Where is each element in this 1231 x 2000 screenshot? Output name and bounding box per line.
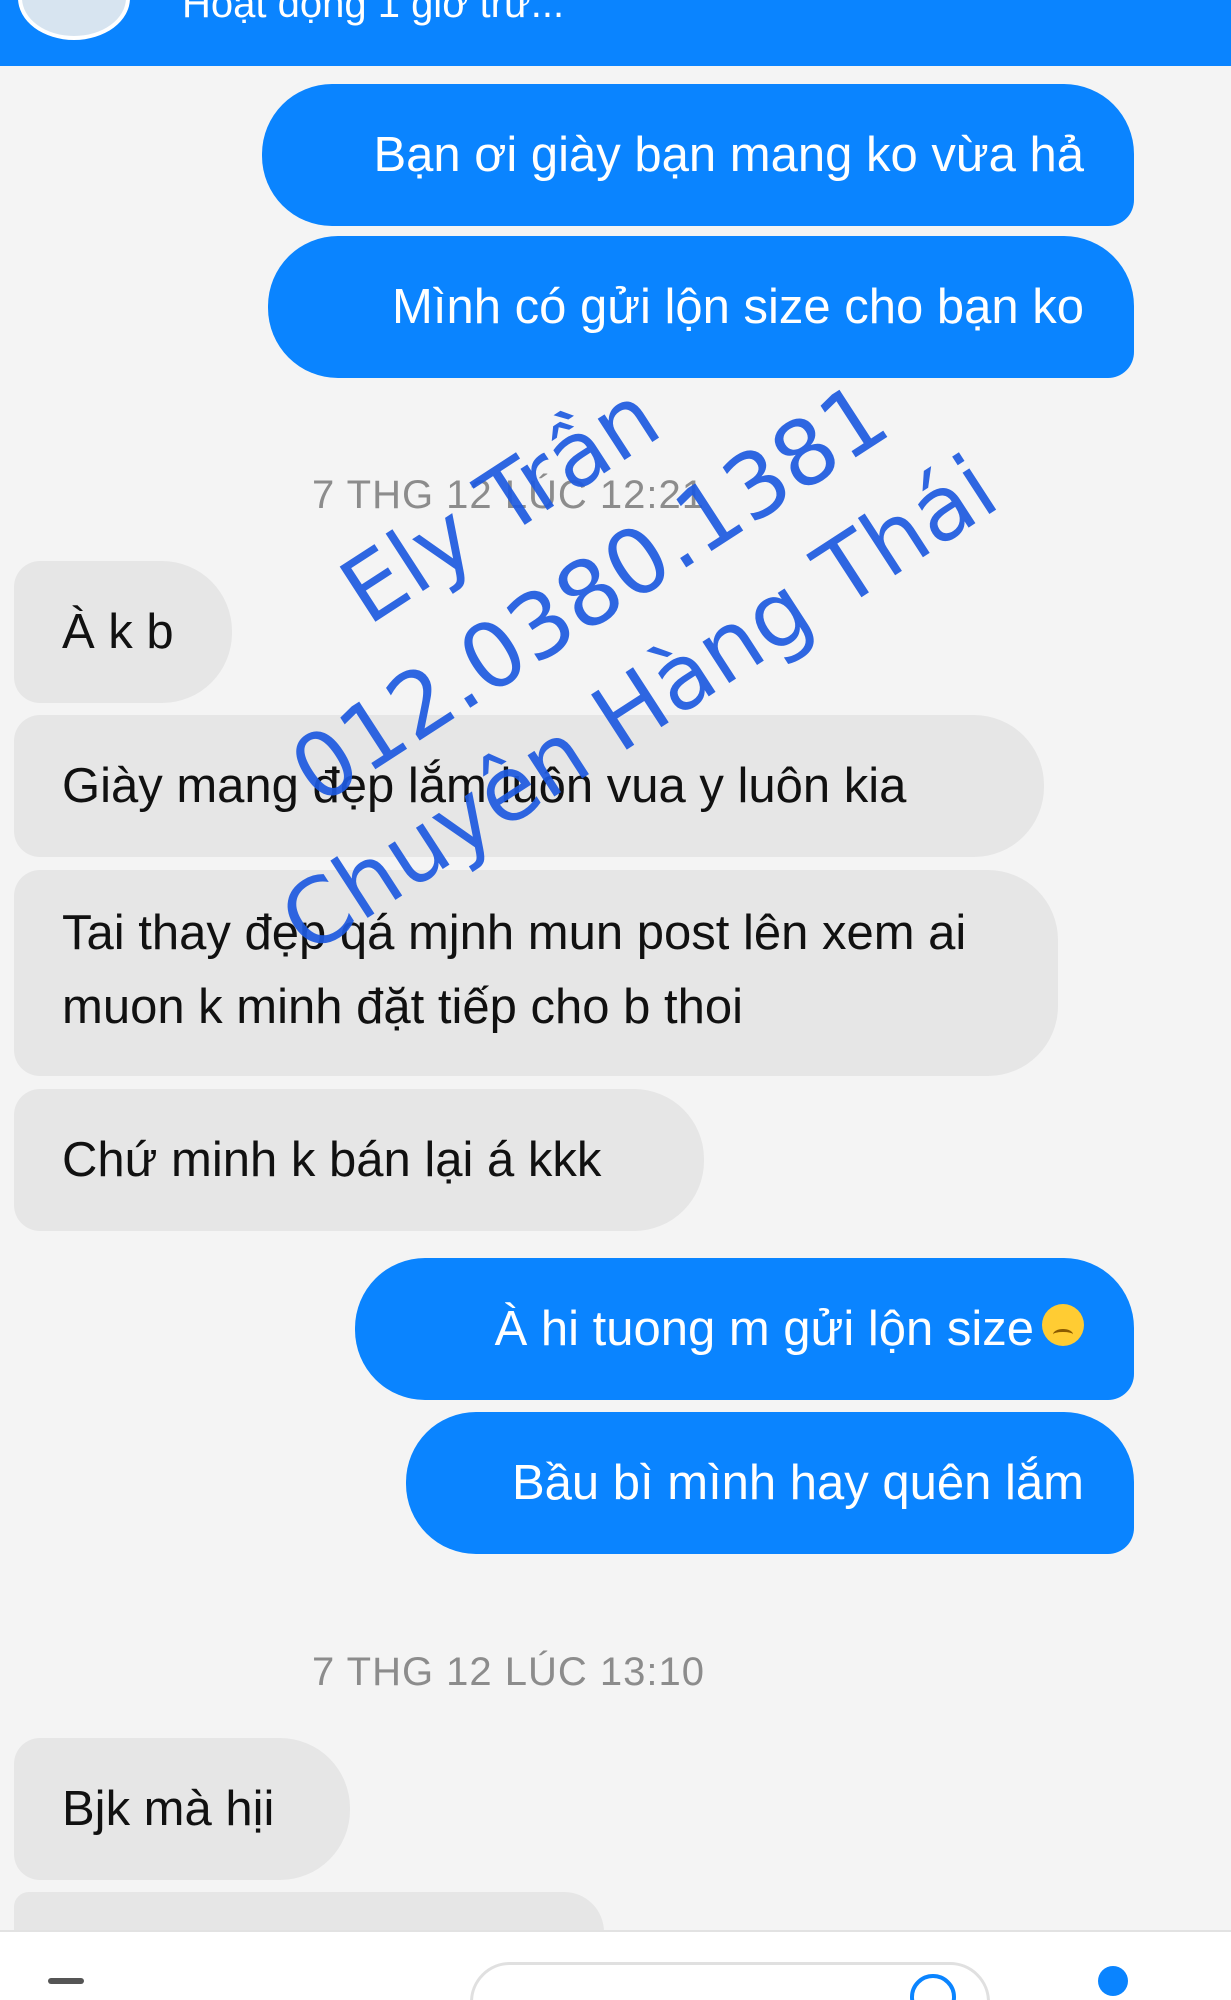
message-text: Bạn ơi giày bạn mang ko vừa hả xyxy=(373,128,1084,182)
messenger-screen: Hoạt động 1 giờ trư... Bạn ơi giày bạn m… xyxy=(0,0,1231,2000)
menu-icon[interactable] xyxy=(48,1978,84,1984)
timestamp: 7 THG 12 LÚC 13:10 xyxy=(312,1650,706,1694)
outgoing-message[interactable]: Bầu bì mình hay quên lắm xyxy=(406,1412,1134,1554)
timestamp: 7 THG 12 LÚC 12:21 xyxy=(312,473,706,517)
message-text: Mình có gửi lộn size cho bạn ko xyxy=(392,280,1084,334)
disappointed-face-emoji xyxy=(1042,1304,1084,1346)
message-text: Bjk mà hịi xyxy=(62,1782,275,1836)
message-text: Giày mang đẹp lắm luôn vua y luôn kia xyxy=(62,759,907,813)
incoming-message[interactable]: Giày mang đẹp lắm luôn vua y luôn kia xyxy=(14,715,1044,857)
message-text: À k b xyxy=(62,605,174,659)
incoming-message[interactable]: À k b xyxy=(14,561,232,703)
message-composer xyxy=(0,1930,1231,2000)
message-text: Bầu bì mình hay quên lắm xyxy=(511,1456,1084,1510)
chat-header: Hoạt động 1 giờ trư... xyxy=(0,0,1231,66)
message-list[interactable]: Bạn ơi giày bạn mang ko vừa hả Mình có g… xyxy=(0,66,1231,1972)
outgoing-message[interactable]: Bạn ơi giày bạn mang ko vừa hả xyxy=(262,84,1134,226)
send-icon[interactable] xyxy=(1098,1966,1128,1996)
message-text: Chứ minh k bán lại á kkk xyxy=(62,1133,602,1187)
incoming-message[interactable]: Bjk mà hịi xyxy=(14,1738,350,1880)
active-status: Hoạt động 1 giờ trư... xyxy=(182,0,565,26)
contact-avatar[interactable] xyxy=(18,0,130,40)
incoming-message[interactable]: Tai thay đẹp qá mjnh mun post lên xem ai… xyxy=(14,870,1058,1076)
incoming-message[interactable]: Chứ minh k bán lại á kkk xyxy=(14,1089,704,1231)
outgoing-message[interactable]: Mình có gửi lộn size cho bạn ko xyxy=(268,236,1134,378)
message-text: À hi tuong m gửi lộn size xyxy=(494,1302,1034,1356)
message-text: Tai thay đẹp qá mjnh mun post lên xem ai… xyxy=(62,906,967,1034)
outgoing-message[interactable]: À hi tuong m gửi lộn size xyxy=(355,1258,1134,1400)
